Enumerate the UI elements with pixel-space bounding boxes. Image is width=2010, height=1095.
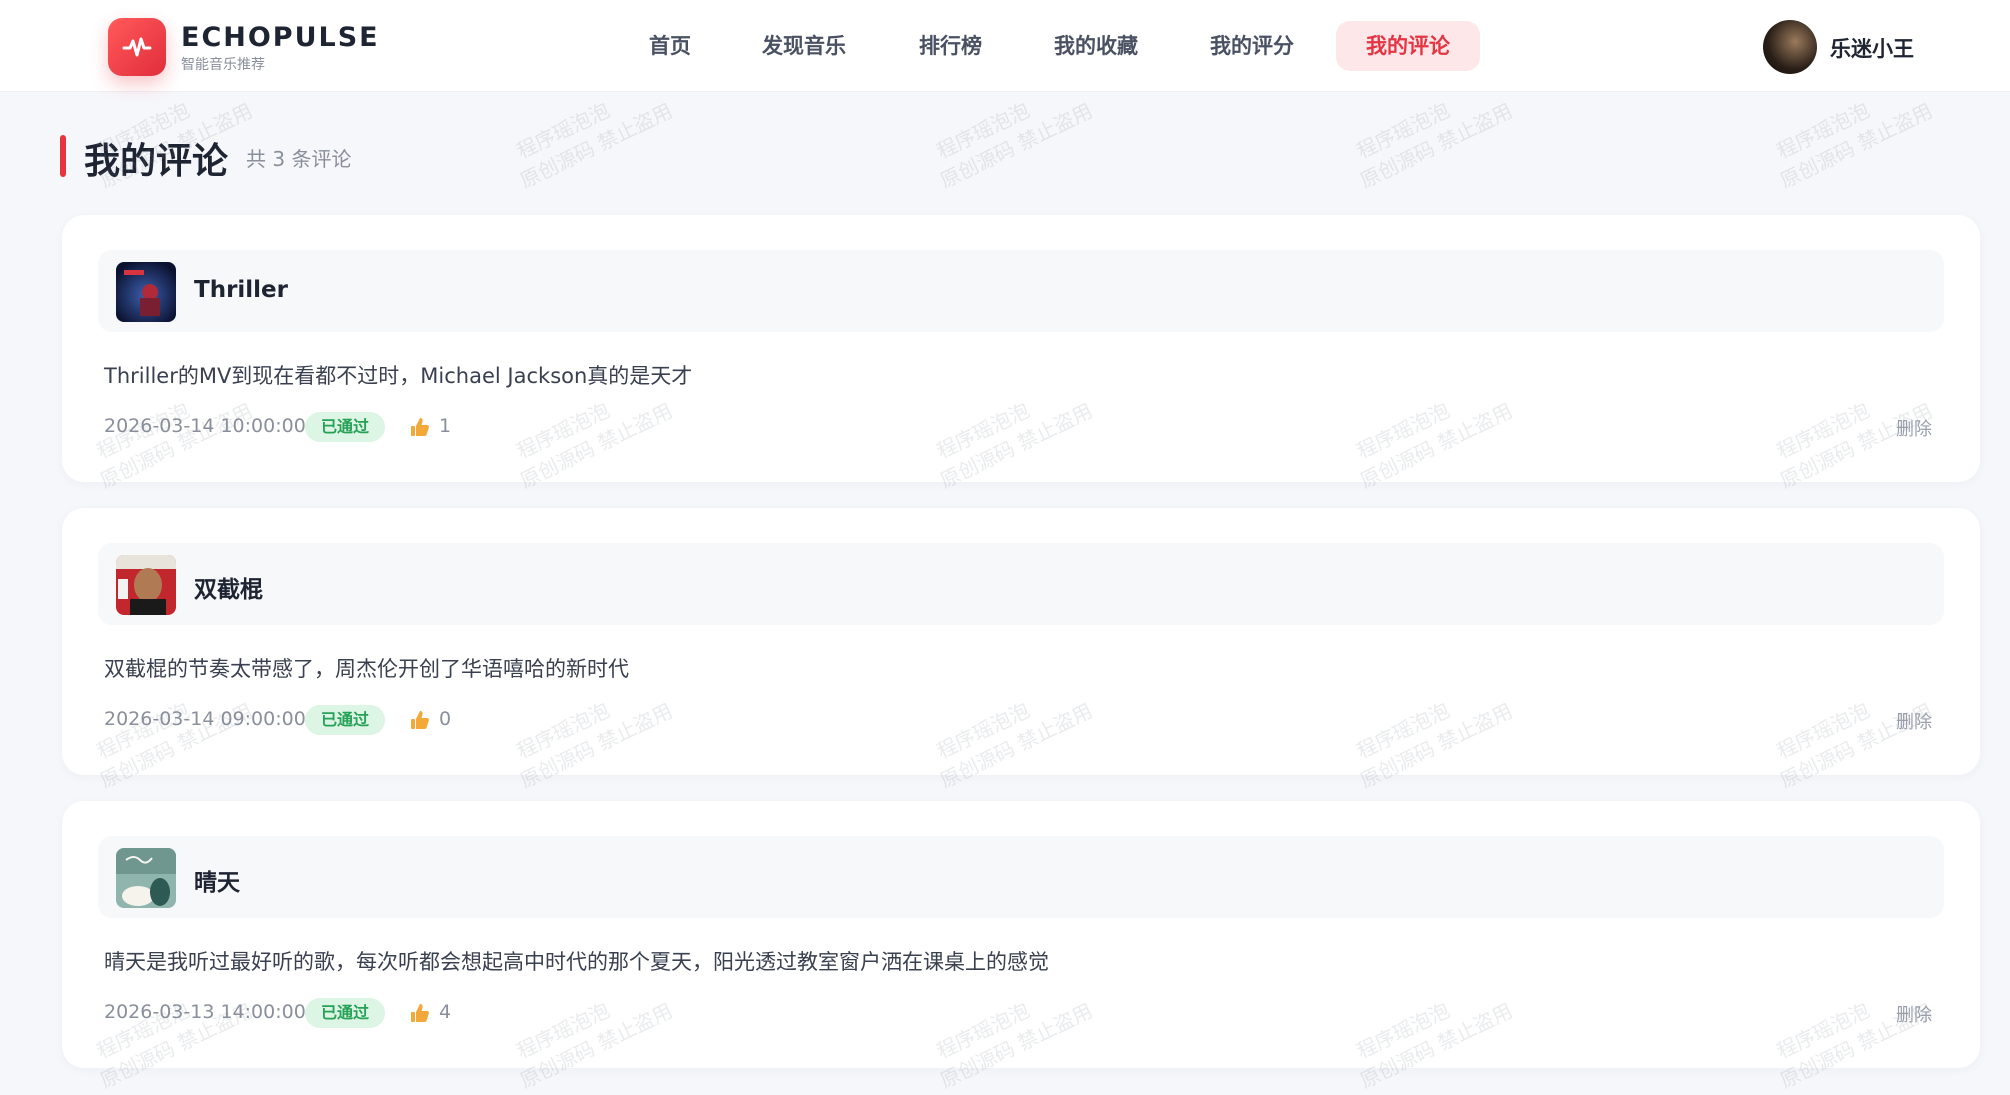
thumbs-up-icon[interactable] bbox=[410, 416, 430, 438]
album-cover-image bbox=[116, 848, 176, 908]
nav-favorites[interactable]: 我的收藏 bbox=[1024, 21, 1168, 71]
pulse-logo-icon[interactable] bbox=[108, 18, 166, 76]
song-bar[interactable]: Thriller bbox=[98, 250, 1944, 332]
status-badge: 已通过 bbox=[305, 998, 386, 1028]
status-badge: 已通过 bbox=[305, 412, 386, 442]
album-cover-image bbox=[116, 262, 176, 322]
comment-time: 2026-03-14 10:00:00 bbox=[104, 415, 306, 437]
like-count: 0 bbox=[439, 708, 452, 730]
thumbs-up-icon[interactable] bbox=[410, 1002, 430, 1024]
comment-time: 2026-03-14 09:00:00 bbox=[104, 708, 306, 730]
delete-button[interactable]: 删除 bbox=[1896, 708, 1932, 734]
nav-home[interactable]: 首页 bbox=[619, 21, 721, 71]
like-count: 1 bbox=[439, 415, 452, 437]
page-title: 我的评论 bbox=[84, 141, 229, 182]
top-header: ECHOPULSE 智能音乐推荐 首页 发现音乐 排行榜 我的收藏 我的评分 我… bbox=[0, 0, 2010, 92]
title-accent-bar bbox=[60, 135, 66, 177]
comment-card: 晴天 晴天是我听过最好听的歌，每次听都会想起高中时代的那个夏天，阳光透过教室窗户… bbox=[62, 801, 1980, 1068]
like-count: 4 bbox=[439, 1001, 452, 1023]
song-name: Thriller bbox=[194, 277, 288, 303]
song-bar[interactable]: 晴天 bbox=[98, 836, 1944, 918]
nav-comments[interactable]: 我的评论 bbox=[1336, 21, 1480, 71]
comment-card: 双截棍 双截棍的节奏太带感了，周杰伦开创了华语嘻哈的新时代 2026-03-14… bbox=[62, 508, 1980, 775]
user-name[interactable]: 乐迷小王 bbox=[1830, 33, 1914, 63]
nav-discover[interactable]: 发现音乐 bbox=[732, 21, 876, 71]
song-bar[interactable]: 双截棍 bbox=[98, 543, 1944, 625]
comment-text: Thriller的MV到现在看都不过时，Michael Jackson真的是天才 bbox=[104, 364, 693, 388]
song-name: 晴天 bbox=[194, 870, 240, 896]
comment-card: Thriller Thriller的MV到现在看都不过时，Michael Jac… bbox=[62, 215, 1980, 482]
comment-text: 晴天是我听过最好听的歌，每次听都会想起高中时代的那个夏天，阳光透过教室窗户洒在课… bbox=[104, 950, 1049, 974]
avatar[interactable] bbox=[1763, 20, 1817, 74]
nav-charts[interactable]: 排行榜 bbox=[889, 21, 1012, 71]
brand-subtitle: 智能音乐推荐 bbox=[181, 57, 265, 73]
delete-button[interactable]: 删除 bbox=[1896, 415, 1932, 441]
brand-name[interactable]: ECHOPULSE bbox=[181, 22, 380, 53]
song-name: 双截棍 bbox=[194, 577, 263, 603]
comment-count: 共 3 条评论 bbox=[246, 147, 352, 171]
thumbs-up-icon[interactable] bbox=[410, 709, 430, 731]
album-cover-image bbox=[116, 555, 176, 615]
status-badge: 已通过 bbox=[305, 705, 386, 735]
comment-text: 双截棍的节奏太带感了，周杰伦开创了华语嘻哈的新时代 bbox=[104, 657, 629, 681]
nav-ratings[interactable]: 我的评分 bbox=[1180, 21, 1324, 71]
delete-button[interactable]: 删除 bbox=[1896, 1001, 1932, 1027]
comment-time: 2026-03-13 14:00:00 bbox=[104, 1001, 306, 1023]
